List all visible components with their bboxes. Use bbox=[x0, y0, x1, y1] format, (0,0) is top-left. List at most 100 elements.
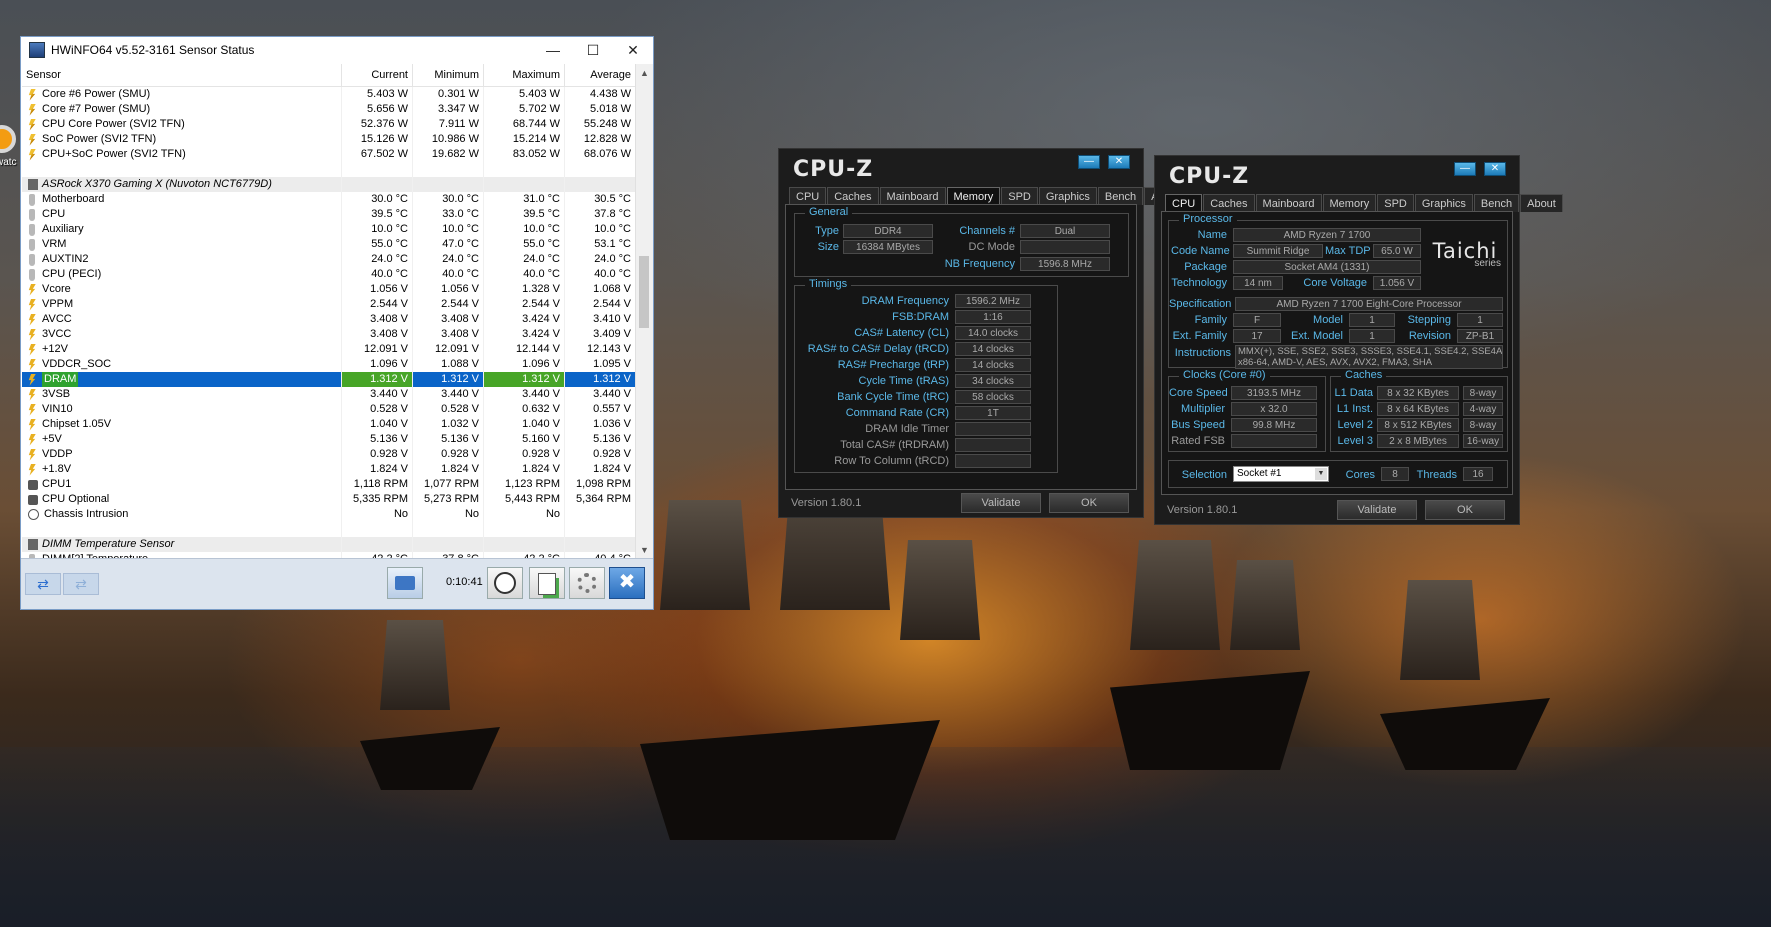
table-row[interactable]: CPU+SoC Power (SVI2 TFN) 67.502 W 19.682 W… bbox=[22, 147, 636, 162]
table-row[interactable]: AUXTIN2 24.0 °C 24.0 °C 24.0 °C 24.0 °C bbox=[22, 252, 636, 267]
table-row[interactable]: Vcore 1.056 V 1.056 V 1.328 V 1.068 V bbox=[22, 282, 636, 297]
validate-button[interactable]: Validate bbox=[1337, 500, 1417, 520]
minimize-icon[interactable]: — bbox=[1454, 162, 1476, 176]
type-value: DDR4 bbox=[843, 224, 933, 238]
column-header[interactable]: Maximum bbox=[484, 64, 565, 86]
table-row[interactable]: Core #7 Power (SMU) 5.656 W 3.347 W 5.702 W… bbox=[22, 102, 636, 117]
cpuz-titlebar[interactable]: CPU-Z — ✕ bbox=[779, 149, 1143, 189]
tab-spd[interactable]: SPD bbox=[1001, 187, 1038, 205]
tab-memory[interactable]: Memory bbox=[1322, 194, 1377, 212]
minimize-icon[interactable]: — bbox=[533, 42, 573, 58]
tab-bench[interactable]: Bench bbox=[1097, 187, 1144, 205]
scrollbar-thumb[interactable] bbox=[639, 256, 649, 328]
settings-button[interactable] bbox=[569, 567, 605, 599]
column-header[interactable]: Sensor bbox=[22, 64, 342, 86]
tab-spd[interactable]: SPD bbox=[1377, 194, 1414, 212]
close-icon[interactable]: ✕ bbox=[1484, 162, 1506, 176]
table-row[interactable]: Core #6 Power (SMU) 5.403 W 0.301 W 5.403 W… bbox=[22, 87, 636, 102]
table-row[interactable]: AVCC 3.408 V 3.408 V 3.424 V 3.410 V bbox=[22, 312, 636, 327]
ok-button[interactable]: OK bbox=[1049, 493, 1129, 513]
table-row[interactable]: VDDP 0.928 V 0.928 V 0.928 V 0.928 V bbox=[22, 447, 636, 462]
tab-bench[interactable]: Bench bbox=[1473, 194, 1520, 212]
tab-mainboard[interactable]: Mainboard bbox=[879, 187, 946, 205]
scroll-down-icon[interactable]: ▼ bbox=[636, 545, 653, 555]
sensor-name: Auxiliary bbox=[42, 223, 84, 235]
minimize-icon[interactable]: — bbox=[1078, 155, 1100, 169]
tab-graphics[interactable]: Graphics bbox=[1038, 187, 1097, 205]
current-value: 3.408 V bbox=[342, 327, 413, 342]
hwinfo-titlebar[interactable]: HWiNFO64 v5.52-3161 Sensor Status — ☐ ✕ bbox=[21, 37, 653, 63]
column-header[interactable]: Minimum bbox=[413, 64, 484, 86]
average-value: 1.036 V bbox=[565, 417, 636, 432]
timing-value: 1596.2 MHz bbox=[955, 294, 1031, 308]
sensor-name: CPU+SoC Power (SVI2 TFN) bbox=[42, 148, 186, 160]
table-row[interactable]: CPU (PECI) 40.0 °C 40.0 °C 40.0 °C 40.0 °C bbox=[22, 267, 636, 282]
table-row[interactable]: Chipset 1.05V 1.040 V 1.032 V 1.040 V 1.036 … bbox=[22, 417, 636, 432]
sensor-name-cell: 3VSB bbox=[22, 387, 342, 402]
table-row[interactable]: CPU1 1,118 RPM 1,077 RPM 1,123 RPM 1,098 RPM bbox=[22, 477, 636, 492]
cpuz-titlebar[interactable]: CPU-Z — ✕ bbox=[1155, 156, 1519, 196]
table-row[interactable]: DIMM Temperature Sensor bbox=[22, 537, 636, 552]
maximum-value: 55.0 °C bbox=[484, 237, 565, 252]
tab-mainboard[interactable]: Mainboard bbox=[1255, 194, 1322, 212]
table-row[interactable]: Chassis Intrusion No No No bbox=[22, 507, 636, 522]
voltage-icon bbox=[28, 298, 36, 311]
hwinfo-window: HWiNFO64 v5.52-3161 Sensor Status — ☐ ✕ … bbox=[20, 36, 654, 610]
table-row[interactable]: CPU Core Power (SVI2 TFN) 52.376 W 7.911 W… bbox=[22, 117, 636, 132]
table-row[interactable]: +12V 12.091 V 12.091 V 12.144 V 12.143 V bbox=[22, 342, 636, 357]
overwatch-icon bbox=[0, 125, 16, 153]
family-label: Family bbox=[1194, 314, 1227, 326]
table-row[interactable]: Auxiliary 10.0 °C 10.0 °C 10.0 °C 10.0 °C bbox=[22, 222, 636, 237]
busspeed-value: 99.8 MHz bbox=[1231, 418, 1317, 432]
tab-caches[interactable]: Caches bbox=[1203, 194, 1255, 212]
table-row[interactable]: ASRock X370 Gaming X (Nuvoton NCT6779D) bbox=[22, 177, 636, 192]
table-row[interactable]: +1.8V 1.824 V 1.824 V 1.824 V 1.824 V bbox=[22, 462, 636, 477]
table-row[interactable]: SoC Power (SVI2 TFN) 15.126 W 10.986 W 15.2… bbox=[22, 132, 636, 147]
clock-button[interactable] bbox=[487, 567, 523, 599]
table-row[interactable]: VDDCR_SOC 1.096 V 1.088 V 1.096 V 1.095 V bbox=[22, 357, 636, 372]
log-button[interactable] bbox=[529, 567, 565, 599]
chevron-down-icon[interactable]: ▼ bbox=[1315, 468, 1327, 480]
vertical-scrollbar[interactable]: ▲ ▼ bbox=[635, 64, 653, 559]
network-sensor-button[interactable] bbox=[387, 567, 423, 599]
column-header[interactable]: Current bbox=[342, 64, 413, 86]
table-row[interactable]: Motherboard 30.0 °C 30.0 °C 31.0 °C 30.5 °C bbox=[22, 192, 636, 207]
table-row[interactable]: +5V 5.136 V 5.136 V 5.160 V 5.136 V bbox=[22, 432, 636, 447]
tab-graphics[interactable]: Graphics bbox=[1414, 194, 1473, 212]
table-row[interactable]: VPPM 2.544 V 2.544 V 2.544 V 2.544 V bbox=[22, 297, 636, 312]
desktop-shortcut[interactable]: watc bbox=[0, 125, 22, 185]
selected-table-row[interactable]: DRAM 1.312 V 1.312 V 1.312 V 1.312 V bbox=[22, 372, 636, 387]
close-sensors-button[interactable]: ✖ bbox=[609, 567, 645, 599]
timing-label: DRAM Idle Timer bbox=[865, 423, 949, 435]
socket-select[interactable]: Socket #1 ▼ bbox=[1233, 466, 1329, 482]
tab-caches[interactable]: Caches bbox=[827, 187, 879, 205]
table-row[interactable]: 3VSB 3.440 V 3.440 V 3.440 V 3.440 V bbox=[22, 387, 636, 402]
timing-value: 1T bbox=[955, 406, 1031, 420]
swap-arrows-icon[interactable]: ⇄ bbox=[63, 573, 99, 595]
tab-cpu[interactable]: CPU bbox=[1165, 194, 1203, 212]
tab-memory[interactable]: Memory bbox=[946, 187, 1001, 205]
table-row[interactable] bbox=[22, 522, 636, 537]
tab-about[interactable]: About bbox=[1520, 194, 1563, 212]
prev-next-arrows-icon[interactable]: ⇄ bbox=[25, 573, 61, 595]
table-row[interactable]: CPU Optional 5,335 RPM 5,273 RPM 5,443 RPM 5… bbox=[22, 492, 636, 507]
tab-cpu[interactable]: CPU bbox=[789, 187, 827, 205]
table-row[interactable]: VRM 55.0 °C 47.0 °C 55.0 °C 53.1 °C bbox=[22, 237, 636, 252]
ok-button[interactable]: OK bbox=[1425, 500, 1505, 520]
table-row[interactable]: CPU 39.5 °C 33.0 °C 39.5 °C 37.8 °C bbox=[22, 207, 636, 222]
version-label: Version 1.80.1 bbox=[791, 497, 862, 509]
current-value: No bbox=[342, 507, 413, 522]
table-row[interactable]: VIN10 0.528 V 0.528 V 0.632 V 0.557 V bbox=[22, 402, 636, 417]
close-icon[interactable]: ✕ bbox=[613, 42, 653, 59]
table-row[interactable]: 3VCC 3.408 V 3.408 V 3.424 V 3.409 V bbox=[22, 327, 636, 342]
validate-button[interactable]: Validate bbox=[961, 493, 1041, 513]
column-header[interactable]: Average bbox=[565, 64, 636, 86]
cache-label: L1 Inst. bbox=[1336, 403, 1373, 415]
scroll-up-icon[interactable]: ▲ bbox=[636, 68, 653, 78]
maximize-icon[interactable]: ☐ bbox=[573, 42, 613, 59]
close-icon[interactable]: ✕ bbox=[1108, 155, 1130, 169]
table-row[interactable] bbox=[22, 162, 636, 177]
power-icon bbox=[28, 103, 36, 116]
cpuz-logo: CPU-Z bbox=[793, 157, 874, 182]
timing-value bbox=[955, 438, 1031, 452]
